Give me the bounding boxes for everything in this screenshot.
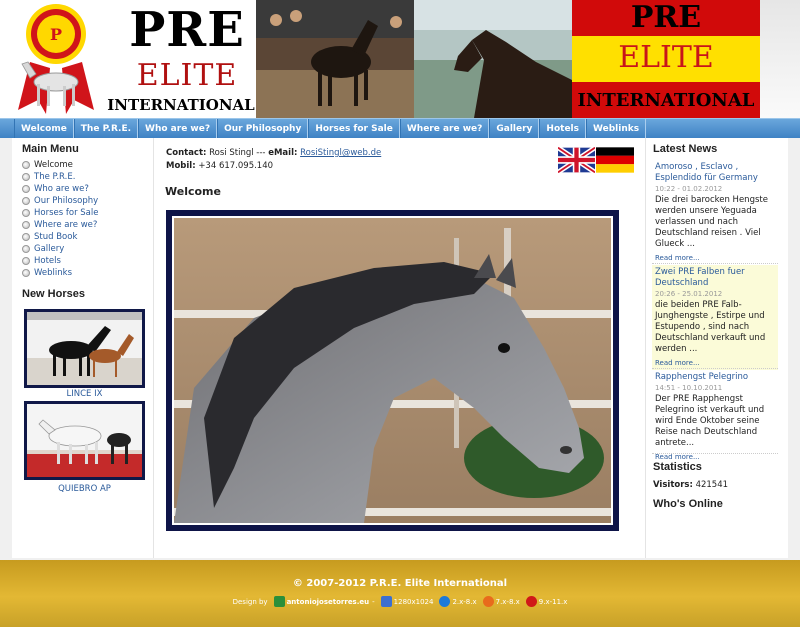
monitor-icon bbox=[380, 596, 392, 607]
opera-browser-icon bbox=[525, 596, 537, 607]
footer-separator: - bbox=[372, 597, 375, 606]
footer: © 2007-2012 P.R.E. Elite International D… bbox=[0, 560, 800, 627]
menu-item-our-philosophy[interactable]: Our Philosophy bbox=[22, 195, 98, 207]
logo-title-international: INTERNATIONAL bbox=[107, 96, 255, 114]
contact-info: Contact: Rosi Stingl --- eMail: RosiStin… bbox=[166, 147, 381, 173]
horse-caption-lince[interactable]: LINCE IX bbox=[24, 389, 145, 399]
mobil-label: Mobil: bbox=[166, 161, 196, 171]
left-sidebar: Main Menu Welcome The P.R.E. Who are we?… bbox=[12, 138, 153, 558]
menu-item-weblinks[interactable]: Weblinks bbox=[22, 267, 98, 279]
email-label: eMail: bbox=[268, 148, 298, 158]
news-item: Rapphengst Pelegrino 14:51 - 10.10.2011 … bbox=[652, 370, 778, 464]
horse-caption-quiebro[interactable]: QUIEBRO AP bbox=[24, 484, 145, 494]
logo-title-elite: ELITE bbox=[136, 58, 238, 93]
bullet-icon bbox=[22, 233, 30, 241]
bullet-icon bbox=[22, 245, 30, 253]
uk-flag-icon[interactable] bbox=[558, 147, 595, 173]
banner-title-elite: ELITE bbox=[618, 40, 714, 75]
horse-thumbnail-quiebro[interactable] bbox=[24, 401, 145, 480]
contact-name: Rosi Stingl --- bbox=[209, 148, 269, 158]
visitors-value: 421541 bbox=[695, 480, 729, 490]
bullet-icon bbox=[22, 269, 30, 277]
designer-link[interactable]: antoniojosetorres.eu bbox=[287, 598, 370, 606]
firefox-version: 7.x-8.x bbox=[495, 597, 520, 606]
nav-who-are-we[interactable]: Who are we? bbox=[138, 119, 218, 139]
news-body: Die drei barocken Hengste werden unsere … bbox=[655, 195, 768, 249]
bullet-icon bbox=[22, 185, 30, 193]
germany-flag-icon[interactable] bbox=[596, 147, 634, 173]
resolution-text: 1280x1024 bbox=[393, 597, 434, 606]
header-photo-horse-training bbox=[256, 0, 414, 118]
footer-design-credits: Design by antoniojosetorres.eu - 1280x10… bbox=[0, 596, 800, 607]
header-photo-horse-portrait bbox=[414, 0, 572, 118]
nav-hotels[interactable]: Hotels bbox=[539, 119, 586, 139]
contact-label: Contact: bbox=[166, 148, 207, 158]
horse-thumbnail-lince[interactable] bbox=[24, 309, 145, 388]
nav-horses-for-sale[interactable]: Horses for Sale bbox=[308, 119, 400, 139]
menu-item-the-pre[interactable]: The P.R.E. bbox=[22, 171, 98, 183]
bullet-icon bbox=[22, 197, 30, 205]
ie-version: 2.x-8.x bbox=[452, 597, 477, 606]
menu-item-who-are-we[interactable]: Who are we? bbox=[22, 183, 98, 195]
right-sidebar: Latest News Amoroso , Esclavo , Esplendi… bbox=[646, 138, 788, 558]
page-title: Welcome bbox=[165, 185, 221, 198]
visitors-label: Visitors: bbox=[653, 480, 693, 490]
nav-welcome[interactable]: Welcome bbox=[14, 119, 74, 139]
read-more-link[interactable]: Read more... bbox=[655, 358, 775, 368]
menu-item-hotels[interactable]: Hotels bbox=[22, 255, 98, 267]
main-horse-photo bbox=[166, 210, 619, 531]
news-item: Zwei PRE Falben fuer Deutschland 20:26 -… bbox=[652, 265, 778, 370]
bullet-icon bbox=[22, 161, 30, 169]
news-headline[interactable]: Amoroso , Esclavo , Esplendido für Germa… bbox=[655, 162, 775, 184]
statistics-title: Statistics bbox=[653, 461, 702, 473]
latest-news-title: Latest News bbox=[653, 143, 718, 155]
logo-title-pre: PRE bbox=[129, 2, 245, 58]
ie-browser-icon bbox=[439, 596, 451, 607]
new-horses-title: New Horses bbox=[22, 288, 85, 300]
news-body: Der PRE Rapphengst Pelegrino ist verkauf… bbox=[655, 394, 765, 448]
news-date: 20:26 - 25.01.2012 bbox=[655, 290, 723, 298]
news-date: 10:22 - 01.02.2012 bbox=[655, 185, 723, 193]
bullet-icon bbox=[22, 209, 30, 217]
grey-horse-image bbox=[174, 218, 611, 523]
menu-item-where-are-we[interactable]: Where are we? bbox=[22, 219, 98, 231]
read-more-link[interactable]: Read more... bbox=[655, 253, 775, 263]
opera-version: 9.x-11.x bbox=[538, 597, 568, 606]
nav-where-are-we[interactable]: Where are we? bbox=[399, 119, 490, 139]
news-date: 14:51 - 10.10.2011 bbox=[655, 384, 723, 392]
news-headline[interactable]: Rapphengst Pelegrino bbox=[655, 372, 775, 383]
news-item: Amoroso , Esclavo , Esplendido für Germa… bbox=[652, 160, 778, 265]
bullet-icon bbox=[22, 173, 30, 181]
visitors-count: Visitors: 421541 bbox=[653, 480, 728, 490]
design-by-label: Design by bbox=[232, 597, 268, 606]
nav-weblinks[interactable]: Weblinks bbox=[586, 119, 647, 139]
nav-gallery[interactable]: Gallery bbox=[489, 119, 540, 139]
main-menu-title: Main Menu bbox=[22, 143, 79, 155]
main-content: Contact: Rosi Stingl --- eMail: RosiStin… bbox=[153, 138, 646, 558]
menu-item-gallery[interactable]: Gallery bbox=[22, 243, 98, 255]
menu-item-stud-book[interactable]: Stud Book bbox=[22, 231, 98, 243]
mobil-number: +34 617.095.140 bbox=[198, 161, 274, 171]
svg-text:P: P bbox=[50, 25, 62, 44]
bullet-icon bbox=[22, 257, 30, 265]
menu-item-welcome[interactable]: Welcome bbox=[22, 159, 98, 171]
footer-copyright: © 2007-2012 P.R.E. Elite International bbox=[292, 578, 508, 589]
news-headline[interactable]: Zwei PRE Falben fuer Deutschland bbox=[655, 267, 775, 289]
banner-title-pre: PRE bbox=[630, 0, 702, 35]
nav-the-pre[interactable]: The P.R.E. bbox=[73, 119, 139, 139]
whos-online-title: Who's Online bbox=[653, 498, 723, 510]
main-menu: Welcome The P.R.E. Who are we? Our Philo… bbox=[22, 159, 98, 279]
menu-item-horses-for-sale[interactable]: Horses for Sale bbox=[22, 207, 98, 219]
designer-logo-icon bbox=[273, 596, 285, 607]
email-link[interactable]: RosiStingl@web.de bbox=[300, 148, 381, 158]
header: P PRE ELITE INTERNATIONAL PRE ELITE INTE… bbox=[0, 0, 800, 118]
main-nav: Welcome The P.R.E. Who are we? Our Philo… bbox=[0, 118, 800, 139]
firefox-browser-icon bbox=[482, 596, 494, 607]
header-spain-flag-banner: PRE ELITE INTERNATIONAL bbox=[572, 0, 760, 118]
nav-our-philosophy[interactable]: Our Philosophy bbox=[217, 119, 309, 139]
bullet-icon bbox=[22, 221, 30, 229]
rosette-logo-icon: P bbox=[18, 4, 94, 114]
banner-title-international: INTERNATIONAL bbox=[577, 90, 755, 111]
news-body: die beiden PRE Falb-Junghengste , Estirp… bbox=[655, 300, 766, 354]
